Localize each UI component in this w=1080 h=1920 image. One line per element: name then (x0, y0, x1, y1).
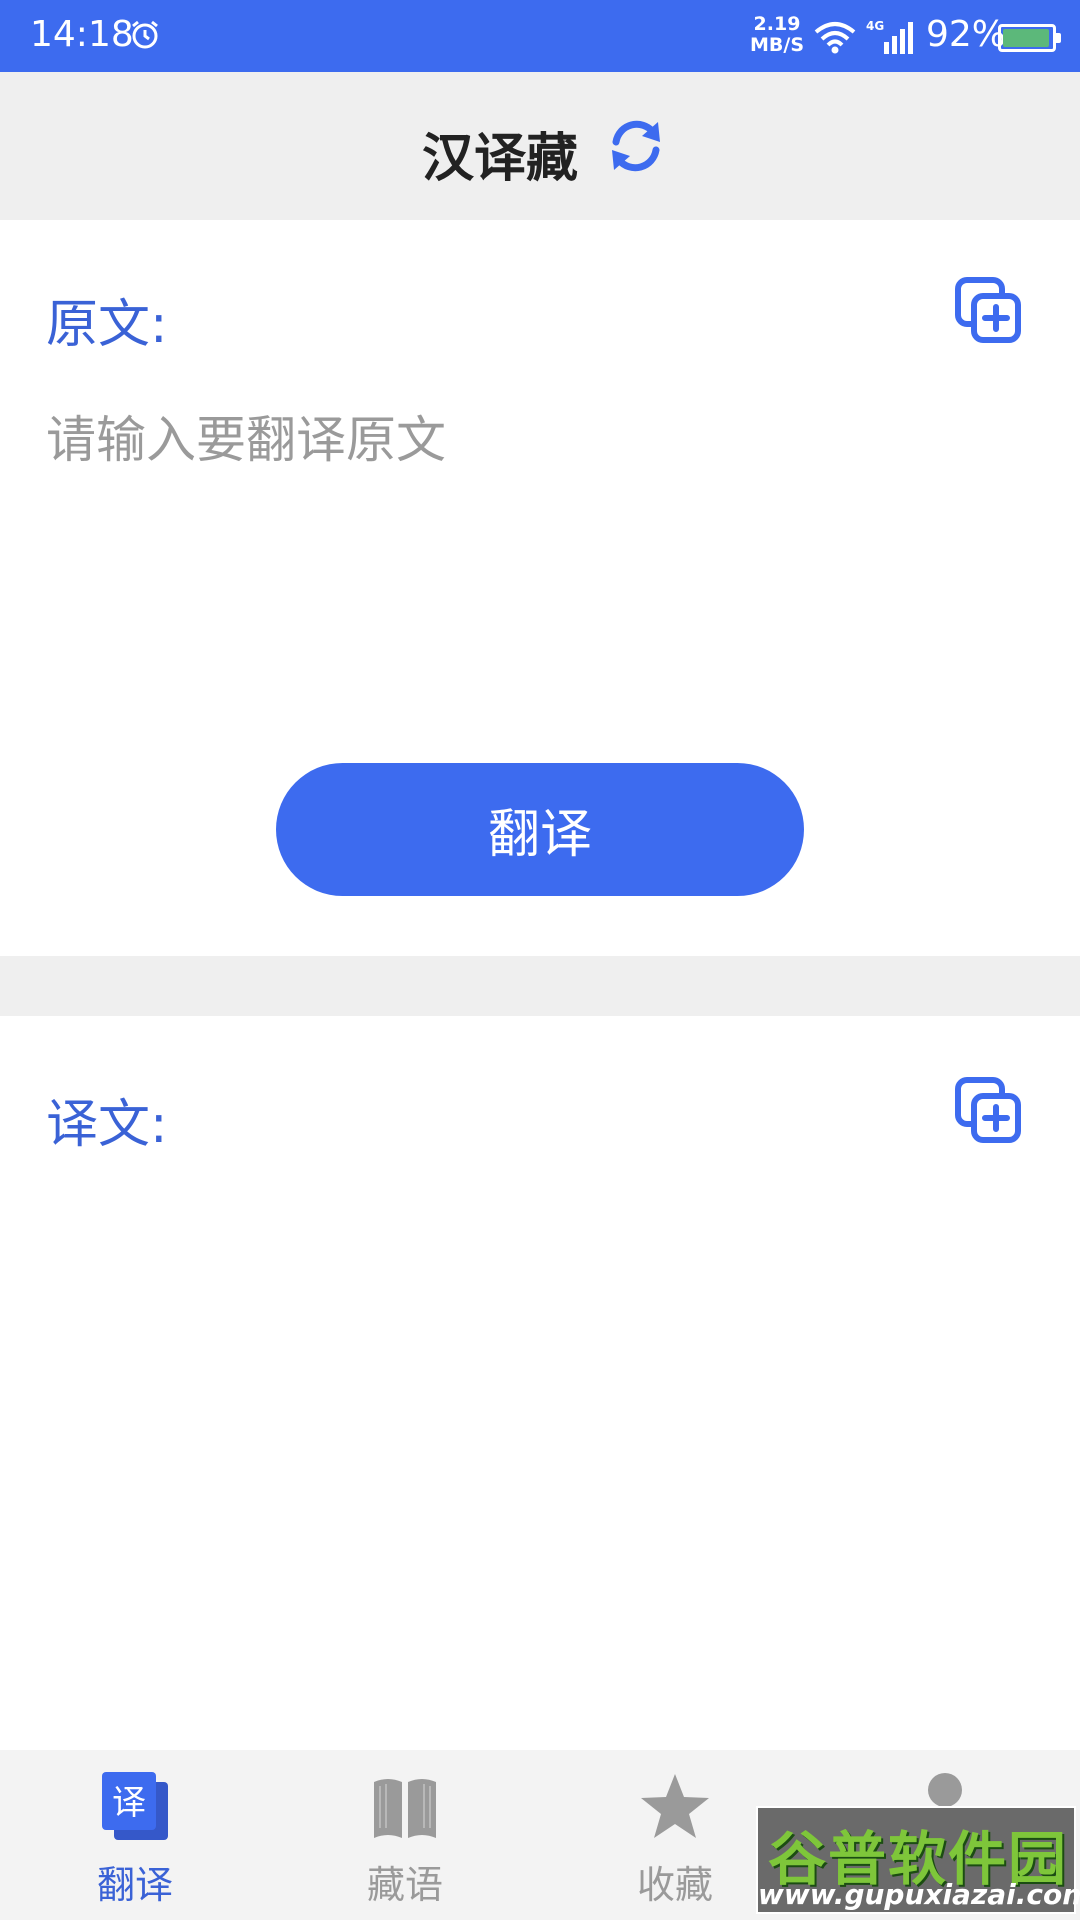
cell-signal-icon: 4G (866, 19, 913, 54)
translate-icon: 译 (102, 1772, 168, 1840)
status-bar: 14:18 2.19 MB/S 4G 92% (0, 0, 1080, 72)
swap-direction-icon[interactable] (606, 116, 666, 176)
tab-label: 翻译 (96, 1863, 173, 1907)
app-header: 汉译藏 (0, 72, 1080, 220)
copy-add-icon[interactable] (954, 276, 1022, 344)
alarm-icon (132, 20, 158, 49)
battery-icon (998, 24, 1061, 52)
watermark: 谷普软件园 www.gupuxiazai.com (756, 1806, 1080, 1914)
source-card: 原文: 翻译 (0, 220, 1080, 956)
source-label: 原文: (46, 295, 168, 355)
status-time: 14:18 (30, 14, 134, 55)
network-speed: 2.19 MB/S (748, 14, 806, 56)
page-title: 汉译藏 (421, 129, 578, 189)
wifi-icon (814, 22, 856, 54)
source-text-input[interactable] (46, 400, 1036, 660)
watermark-url: www.gupuxiazai.com (758, 1878, 1080, 1911)
copy-add-icon[interactable] (954, 1076, 1022, 1144)
target-label: 译文: (46, 1095, 168, 1155)
network-type-label: 4G (866, 19, 884, 33)
network-speed-value: 2.19 (753, 13, 801, 35)
target-card: 译文: (0, 1016, 1080, 1750)
battery-fill (1003, 29, 1049, 47)
star-icon (641, 1774, 709, 1838)
section-divider (0, 956, 1080, 1016)
translate-button[interactable]: 翻译 (276, 763, 804, 896)
tab-tibetan[interactable]: 藏语 (270, 1750, 540, 1920)
book-icon (374, 1779, 436, 1838)
tab-translate[interactable]: 译 翻译 (0, 1750, 270, 1920)
tab-label: 藏语 (366, 1863, 443, 1907)
translate-icon-glyph: 译 (112, 1783, 146, 1823)
battery-percent: 92% (926, 14, 1007, 55)
network-speed-unit: MB/S (749, 34, 804, 56)
